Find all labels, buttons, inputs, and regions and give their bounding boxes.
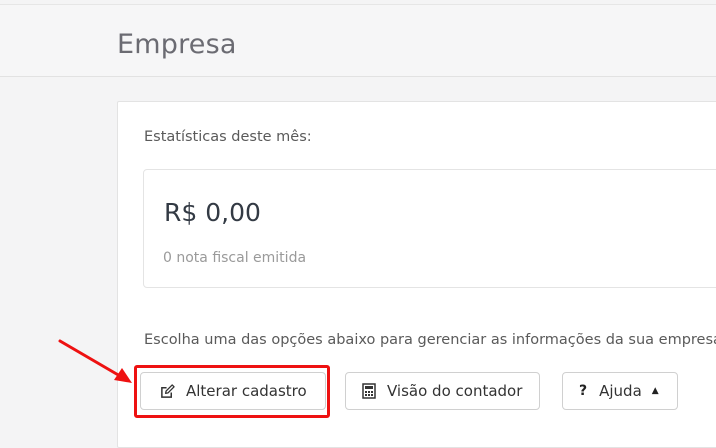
ajuda-dropdown-button[interactable]: ? Ajuda ▲ <box>562 372 678 410</box>
visao-contador-button[interactable]: Visão do contador <box>345 372 540 410</box>
stats-value: R$ 0,00 <box>164 198 261 227</box>
calculator-icon <box>362 383 376 399</box>
stats-label: Estatísticas deste mês: <box>144 129 312 145</box>
options-label: Escolha uma das opções abaixo para geren… <box>144 332 716 348</box>
stats-subtitle: 0 nota fiscal emitida <box>163 250 307 266</box>
ajuda-label: Ajuda <box>599 382 642 400</box>
stats-box <box>143 169 716 288</box>
question-icon: ? <box>579 383 588 399</box>
annotation-arrow-icon <box>58 339 132 383</box>
visao-contador-label: Visão do contador <box>387 382 523 400</box>
page-title: Empresa <box>117 29 237 60</box>
highlight-box <box>134 365 330 418</box>
page-header: Empresa <box>0 4 716 77</box>
caret-up-icon: ▲ <box>651 386 659 396</box>
